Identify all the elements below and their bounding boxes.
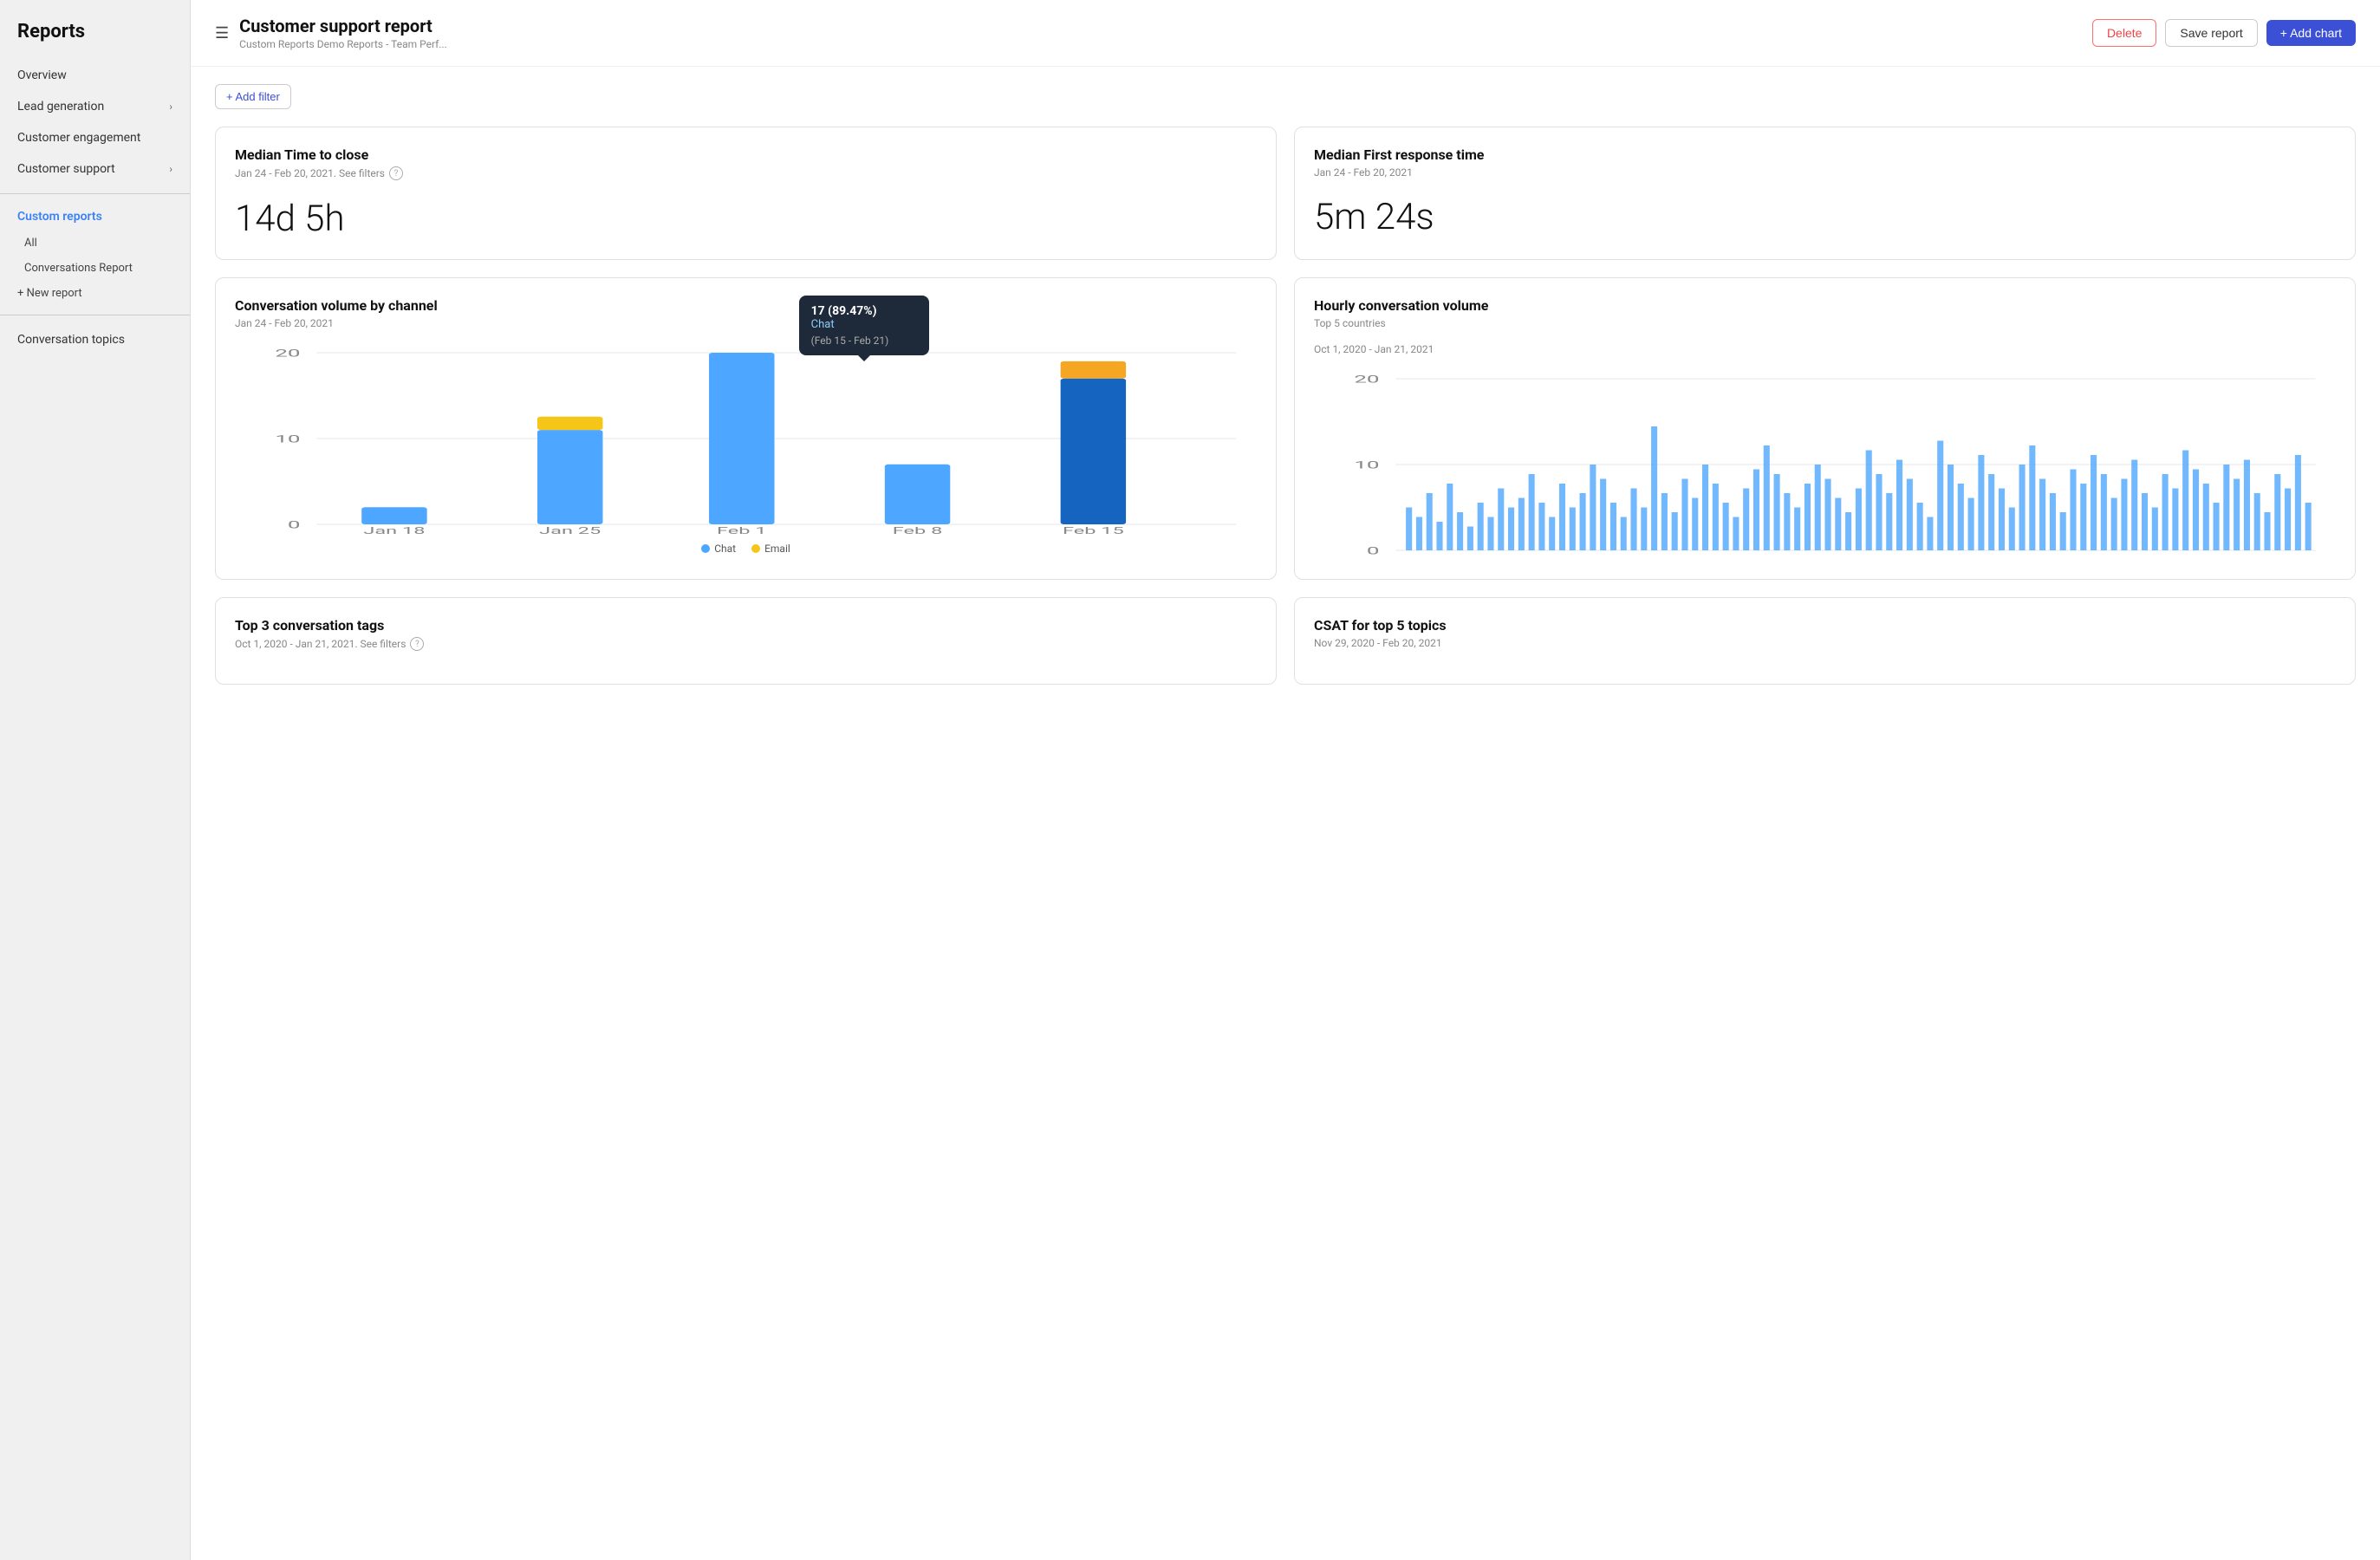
conv-volume-subtitle: Jan 24 - Feb 20, 2021 [235,317,1257,329]
delete-button[interactable]: Delete [2092,19,2156,47]
conv-volume-title: Conversation volume by channel [235,297,1257,314]
legend-chat-dot [701,544,710,553]
main-header: ☰ Customer support report Custom Reports… [191,0,2380,67]
title-area: Customer support report Custom Reports D… [239,16,447,50]
csat-card: CSAT for top 5 topics Nov 29, 2020 - Feb… [1294,597,2356,685]
chart-legend: Chat Email [235,543,1257,555]
top-tags-subtitle: Oct 1, 2020 - Jan 21, 2021. See filters … [235,637,1257,651]
hourly-title: Hourly conversation volume [1314,297,2336,314]
sidebar-item-conversations-report[interactable]: Conversations Report [0,256,190,281]
legend-email-label: Email [764,543,790,555]
csat-title: CSAT for top 5 topics [1314,617,2336,634]
hourly-chart: 20 10 0 [1314,369,2336,560]
content-area: + Add filter Median Time to close Jan 24… [191,67,2380,702]
sidebar-item-customer-support[interactable]: Customer support › [0,153,190,185]
sidebar-item-label: Lead generation [17,100,104,114]
new-report-button[interactable]: + New report [0,281,190,306]
median-response-value: 5m 24s [1314,196,2336,238]
csat-subtitle: Nov 29, 2020 - Feb 20, 2021 [1314,637,2336,649]
header-right: Delete Save report + Add chart [2092,19,2356,47]
hamburger-icon[interactable]: ☰ [215,24,229,42]
charts-grid: Median Time to close Jan 24 - Feb 20, 20… [215,127,2356,685]
median-response-title: Median First response time [1314,146,2336,163]
info-icon-2[interactable]: ? [410,637,424,651]
legend-email-dot [751,544,760,553]
legend-chat: Chat [701,543,736,555]
breadcrumb: Custom Reports Demo Reports - Team Perf.… [239,38,447,50]
bar-chart-svg: 20 10 0 Jan 18 Jan 25 Feb 1 [235,343,1257,534]
svg-text:10: 10 [1354,458,1379,471]
sidebar-item-label: Overview [17,68,67,82]
hourly-volume-card: Hourly conversation volume Top 5 countri… [1294,277,2356,580]
top-tags-card: Top 3 conversation tags Oct 1, 2020 - Ja… [215,597,1277,685]
svg-text:0: 0 [288,518,301,530]
sidebar-item-overview[interactable]: Overview [0,60,190,91]
svg-text:10: 10 [275,432,300,445]
sidebar-item-label: Customer engagement [17,131,140,145]
hourly-subtitle: Top 5 countries [1314,317,2336,329]
edit-icon[interactable]: ✎ [1174,294,1198,318]
median-time-value: 14d 5h [235,198,1257,240]
legend-chat-label: Chat [714,543,736,555]
add-chart-button[interactable]: + Add chart [2266,20,2356,46]
hourly-subtitle-2: Oct 1, 2020 - Jan 21, 2021 [1314,343,2336,355]
main-content: ☰ Customer support report Custom Reports… [191,0,2380,1560]
sidebar-item-all[interactable]: All [0,231,190,256]
hourly-chart-svg: 20 10 0 [1314,369,2336,560]
sidebar-item-label: Conversation topics [17,333,125,347]
svg-text:Jan 18: Jan 18 [363,525,425,534]
conversation-volume-card: Conversation volume by channel Jan 24 - … [215,277,1277,580]
add-filter-button[interactable]: + Add filter [215,84,291,109]
bar-chart: 20 10 0 Jan 18 Jan 25 Feb 1 [235,343,1257,534]
delete-icon[interactable]: 🗑 [1205,294,1229,318]
sidebar-item-conversation-topics[interactable]: Conversation topics [0,324,190,355]
sidebar-item-label: Customer support [17,162,115,176]
legend-email: Email [751,543,790,555]
svg-text:0: 0 [1367,544,1380,556]
page-title: Customer support report [239,16,447,36]
svg-text:Feb 15: Feb 15 [1063,525,1124,534]
sidebar-item-customer-engagement[interactable]: Customer engagement [0,122,190,153]
sidebar-divider [0,193,190,194]
drag-icon[interactable]: ⋮⋮ [1236,294,1260,318]
save-report-button[interactable]: Save report [2165,19,2257,47]
header-left: ☰ Customer support report Custom Reports… [215,16,447,50]
chevron-right-icon: › [169,163,172,175]
median-time-subtitle: Jan 24 - Feb 20, 2021. See filters ? [235,166,1257,180]
svg-text:Feb 1: Feb 1 [717,525,767,534]
svg-text:20: 20 [1354,373,1379,385]
sidebar-title: Reports [0,21,190,60]
custom-reports-section[interactable]: Custom reports [0,203,190,231]
median-time-card: Median Time to close Jan 24 - Feb 20, 20… [215,127,1277,260]
sidebar: Reports Overview Lead generation › Custo… [0,0,191,1560]
median-response-subtitle: Jan 24 - Feb 20, 2021 [1314,166,2336,179]
sidebar-item-lead-generation[interactable]: Lead generation › [0,91,190,122]
svg-text:Jan 25: Jan 25 [539,525,601,534]
svg-text:20: 20 [275,347,300,359]
chevron-right-icon: › [169,101,172,113]
svg-text:Feb 8: Feb 8 [893,525,943,534]
median-time-title: Median Time to close [235,146,1257,163]
info-icon[interactable]: ? [389,166,403,180]
median-response-card: Median First response time Jan 24 - Feb … [1294,127,2356,260]
top-tags-title: Top 3 conversation tags [235,617,1257,634]
